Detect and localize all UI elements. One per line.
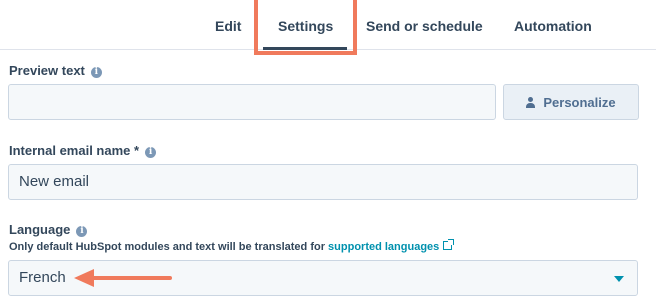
preview-text-input[interactable] [8, 84, 496, 120]
language-select[interactable]: French [8, 260, 638, 296]
person-icon [526, 96, 536, 108]
language-selected-value: French [19, 269, 66, 286]
external-link-icon [443, 239, 455, 250]
supported-languages-link[interactable]: supported languages [328, 241, 439, 253]
internal-email-name-label: Internal email name * i [9, 143, 157, 158]
active-tab-indicator [263, 47, 347, 50]
info-icon[interactable]: i [90, 67, 102, 78]
internal-email-name-input[interactable]: New email [8, 164, 638, 200]
tab-send-or-schedule[interactable]: Send or schedule [366, 17, 483, 35]
info-icon[interactable]: i [145, 147, 157, 158]
tab-settings[interactable]: Settings [278, 17, 333, 35]
language-help-text: Only default HubSpot modules and text wi… [9, 239, 455, 253]
internal-email-name-label-text: Internal email name * [9, 143, 140, 158]
tab-bar: Edit Settings Send or schedule Automatio… [0, 0, 656, 50]
language-label: Language i [9, 222, 88, 237]
preview-text-label-text: Preview text [9, 63, 85, 78]
personalize-label: Personalize [543, 94, 616, 110]
tab-edit[interactable]: Edit [215, 17, 241, 35]
language-help-prefix: Only default HubSpot modules and text wi… [9, 241, 329, 253]
personalize-button[interactable]: Personalize [503, 84, 639, 120]
preview-text-label: Preview text i [9, 63, 102, 78]
caret-down-icon [614, 276, 624, 282]
language-label-text: Language [9, 222, 71, 237]
info-icon[interactable]: i [76, 226, 88, 237]
tab-automation[interactable]: Automation [514, 17, 592, 35]
